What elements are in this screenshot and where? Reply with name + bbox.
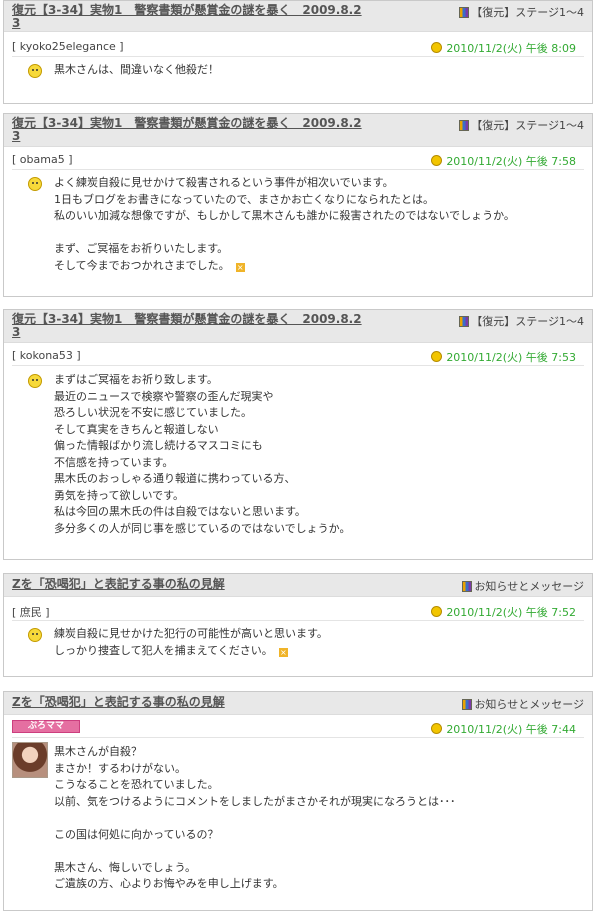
comment-date: 2010/11/2(火) 午後 7:58 — [431, 153, 576, 169]
article-title-link[interactable]: 復元【3-34】実物1 警察書類が懸賞金の謎を暴く 2009.8.23 — [12, 313, 362, 339]
comment-author[interactable]: [ kyoko25elegance ] — [12, 40, 124, 53]
category-link[interactable]: 【復元】ステージ1～4 — [459, 313, 584, 329]
comment-author[interactable]: [ kokona53 ] — [12, 349, 81, 362]
clock-icon — [431, 606, 443, 617]
comment-card: 復元【3-34】実物1 警察書類が懸賞金の謎を暴く 2009.8.23 【復元】… — [3, 113, 593, 297]
category-link[interactable]: 【復元】ステージ1～4 — [459, 117, 584, 133]
book-icon — [459, 120, 470, 131]
emoticon-icon: × — [278, 647, 288, 657]
comment-body: 練炭自殺に見せかけた犯行の可能性が高いと思います。 しっかり捜査して犯人を捕まえ… — [54, 627, 328, 657]
comment-header: 復元【3-34】実物1 警察書類が懸賞金の謎を暴く 2009.8.23 【復元】… — [4, 1, 592, 32]
comment-header: 復元【3-34】実物1 警察書類が懸賞金の謎を暴く 2009.8.23 【復元】… — [4, 310, 592, 343]
comment-date: 2010/11/2(火) 午後 7:44 — [431, 721, 576, 737]
divider — [12, 169, 584, 170]
comment-body: まずはご冥福をお祈り致します。 最近のニュースで検察や警察の歪んだ現実や 恐ろし… — [54, 373, 351, 535]
article-title-link[interactable]: 復元【3-34】実物1 警察書類が懸賞金の謎を暴く 2009.8.23 — [12, 117, 362, 143]
clock-icon — [431, 155, 443, 166]
smiley-icon — [28, 374, 42, 388]
avatar[interactable] — [12, 742, 48, 778]
smiley-icon — [28, 628, 42, 642]
category-link[interactable]: お知らせとメッセージ — [462, 578, 584, 594]
clock-icon — [431, 42, 443, 53]
author-badge[interactable]: ぷろママ — [12, 720, 80, 733]
smiley-icon — [28, 64, 42, 78]
book-icon — [459, 316, 470, 327]
category-link[interactable]: お知らせとメッセージ — [462, 696, 584, 712]
comment-date: 2010/11/2(火) 午後 7:53 — [431, 349, 576, 365]
divider — [12, 620, 584, 621]
article-title-link[interactable]: Zを「恐喝犯」と表記する事の私の見解 — [12, 578, 362, 591]
category-link[interactable]: 【復元】ステージ1～4 — [459, 4, 584, 20]
divider — [12, 365, 584, 366]
divider — [12, 56, 584, 57]
comment-author[interactable]: [ 庶民 ] — [12, 604, 50, 620]
comment-date: 2010/11/2(火) 午後 8:09 — [431, 40, 576, 56]
smiley-icon — [28, 177, 42, 191]
comment-header: 復元【3-34】実物1 警察書類が懸賞金の謎を暴く 2009.8.23 【復元】… — [4, 114, 592, 147]
article-title-link[interactable]: Zを「恐喝犯」と表記する事の私の見解 — [12, 696, 362, 709]
article-title-link[interactable]: 復元【3-34】実物1 警察書類が懸賞金の謎を暴く 2009.8.23 — [12, 4, 362, 30]
emoticon-icon: × — [235, 262, 245, 272]
comment-body: よく練炭自殺に見せかけて殺害されるという事件が相次いでいます。 1日もブログをお… — [54, 176, 515, 272]
book-icon — [462, 699, 473, 710]
comment-card: 復元【3-34】実物1 警察書類が懸賞金の謎を暴く 2009.8.23 【復元】… — [3, 0, 593, 104]
clock-icon — [431, 351, 443, 362]
comment-header: Zを「恐喝犯」と表記する事の私の見解 お知らせとメッセージ — [4, 692, 592, 715]
comment-card: Zを「恐喝犯」と表記する事の私の見解 お知らせとメッセージ [ 庶民 ] 201… — [3, 573, 593, 677]
comment-card: 復元【3-34】実物1 警察書類が懸賞金の謎を暴く 2009.8.23 【復元】… — [3, 309, 593, 560]
comment-date: 2010/11/2(火) 午後 7:52 — [431, 604, 576, 620]
comment-author[interactable]: [ obama5 ] — [12, 153, 72, 166]
comment-body: 黒木さんは、間違いなく他殺だ！ — [54, 63, 219, 76]
comment-header: Zを「恐喝犯」と表記する事の私の見解 お知らせとメッセージ — [4, 574, 592, 597]
clock-icon — [431, 723, 443, 734]
divider — [12, 737, 584, 738]
comment-card: Zを「恐喝犯」と表記する事の私の見解 お知らせとメッセージ ぷろママ 2010/… — [3, 691, 593, 911]
book-icon — [462, 581, 473, 592]
comment-body: 黒木さんが自殺？ まさか！するわけがない。 こうなることを恐れていました。 以前… — [54, 745, 456, 890]
book-icon — [459, 7, 470, 18]
